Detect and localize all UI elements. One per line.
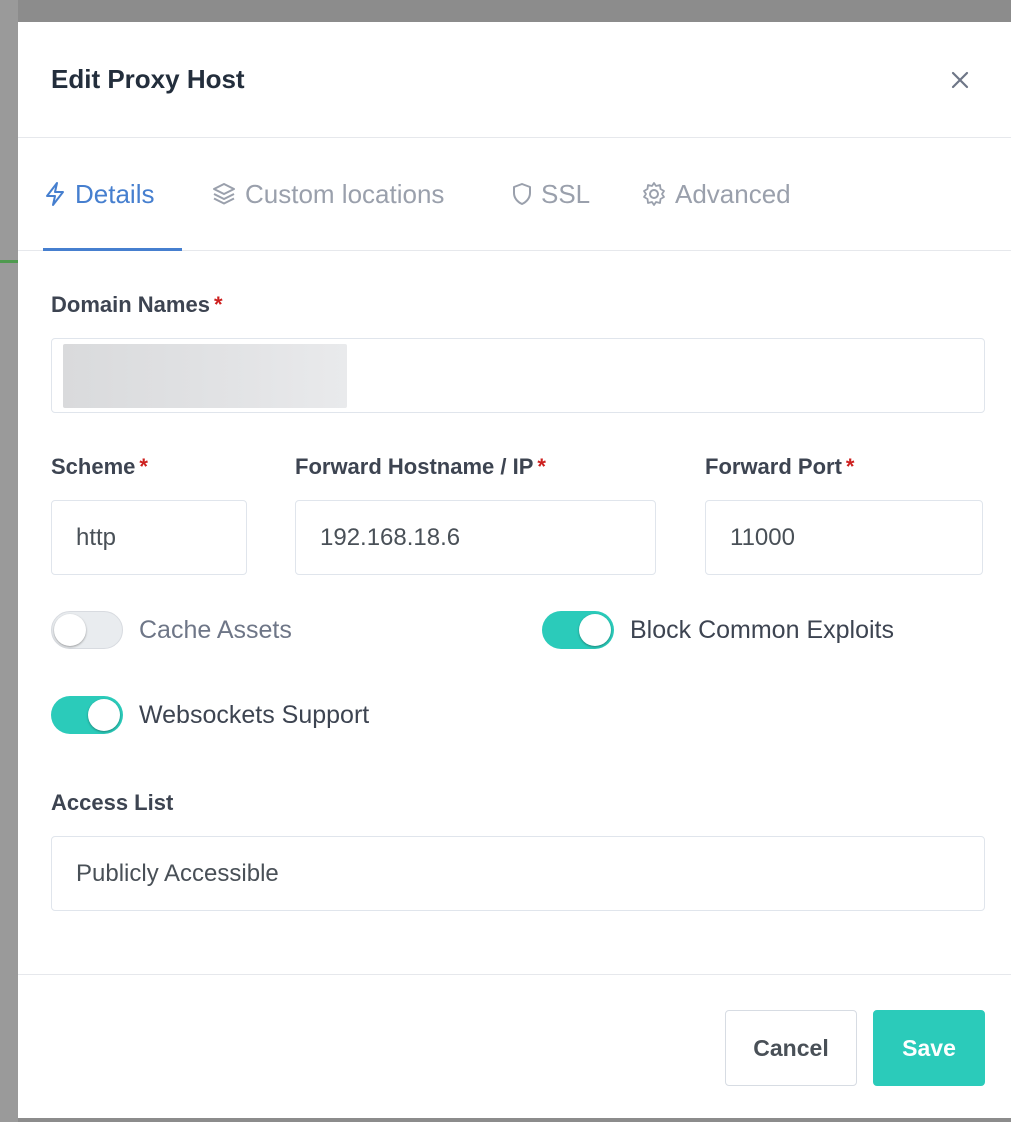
forward-port-label-text: Forward Port <box>705 454 842 479</box>
domain-names-input[interactable] <box>51 338 985 413</box>
close-button[interactable] <box>942 62 978 98</box>
forward-hostname-input[interactable]: 192.168.18.6 <box>295 500 656 575</box>
forward-port-value: 11000 <box>730 523 795 551</box>
block-common-exploits-label: Block Common Exploits <box>630 615 894 644</box>
access-list-select[interactable]: Publicly Accessible <box>51 836 985 911</box>
access-list-label-text: Access List <box>51 790 174 815</box>
access-list-value: Publicly Accessible <box>76 859 279 887</box>
websockets-support-label: Websockets Support <box>139 700 370 729</box>
websockets-support-toggle[interactable] <box>51 696 123 734</box>
active-tab-indicator <box>43 248 182 251</box>
scheme-value: http <box>76 523 117 551</box>
toggle-knob <box>54 614 86 646</box>
background-accent-mark <box>0 260 18 263</box>
forward-hostname-value: 192.168.18.6 <box>320 523 461 551</box>
scheme-label: Scheme * <box>51 454 148 480</box>
tab-details[interactable]: Details <box>43 174 154 214</box>
tab-custom-locations-label: Custom locations <box>245 178 445 209</box>
required-marker: * <box>537 454 546 479</box>
access-list-label: Access List <box>51 790 173 816</box>
tab-bar: Details Custom locations SSL Advanced <box>18 138 1011 251</box>
scheme-input[interactable]: http <box>51 500 247 575</box>
block-common-exploits-toggle-row[interactable]: Block Common Exploits <box>542 611 894 649</box>
forward-port-input[interactable]: 11000 <box>705 500 983 575</box>
cache-assets-toggle-row[interactable]: Cache Assets <box>51 611 292 649</box>
forward-port-label: Forward Port * <box>705 454 854 480</box>
tab-ssl[interactable]: SSL <box>511 174 590 214</box>
modal-title: Edit Proxy Host <box>51 64 245 94</box>
save-button[interactable]: Save <box>873 1010 985 1086</box>
redacted-domain-value <box>63 344 347 408</box>
cache-assets-toggle[interactable] <box>51 611 123 649</box>
shield-icon <box>511 181 533 207</box>
modal-footer: Cancel Save <box>18 974 1011 1118</box>
toggle-knob <box>579 614 611 646</box>
modal-header: Edit Proxy Host <box>18 22 1011 138</box>
edit-proxy-host-modal: Edit Proxy Host Details Custom locations… <box>18 22 1011 1118</box>
tab-custom-locations[interactable]: Custom locations <box>211 174 444 214</box>
websockets-support-toggle-row[interactable]: Websockets Support <box>51 696 369 734</box>
tab-advanced[interactable]: Advanced <box>641 174 791 214</box>
background-left-strip <box>0 0 18 1122</box>
scheme-label-text: Scheme <box>51 454 136 479</box>
forward-hostname-label: Forward Hostname / IP * <box>295 454 546 480</box>
required-marker: * <box>213 292 223 317</box>
forward-hostname-label-text: Forward Hostname / IP <box>295 454 534 479</box>
layers-icon <box>211 181 237 207</box>
tab-ssl-label: SSL <box>541 178 591 209</box>
block-common-exploits-toggle[interactable] <box>542 611 614 649</box>
cancel-button[interactable]: Cancel <box>725 1010 857 1086</box>
tab-details-label: Details <box>75 178 155 209</box>
cache-assets-label: Cache Assets <box>139 615 292 644</box>
required-marker: * <box>139 454 148 479</box>
required-marker: * <box>845 454 855 479</box>
close-icon <box>951 71 969 89</box>
toggle-knob <box>88 699 120 731</box>
domain-names-label: Domain Names * <box>51 292 223 318</box>
tab-advanced-label: Advanced <box>675 178 791 209</box>
lightning-icon <box>43 181 67 207</box>
gear-icon <box>641 181 667 207</box>
domain-names-label-text: Domain Names <box>51 292 210 317</box>
